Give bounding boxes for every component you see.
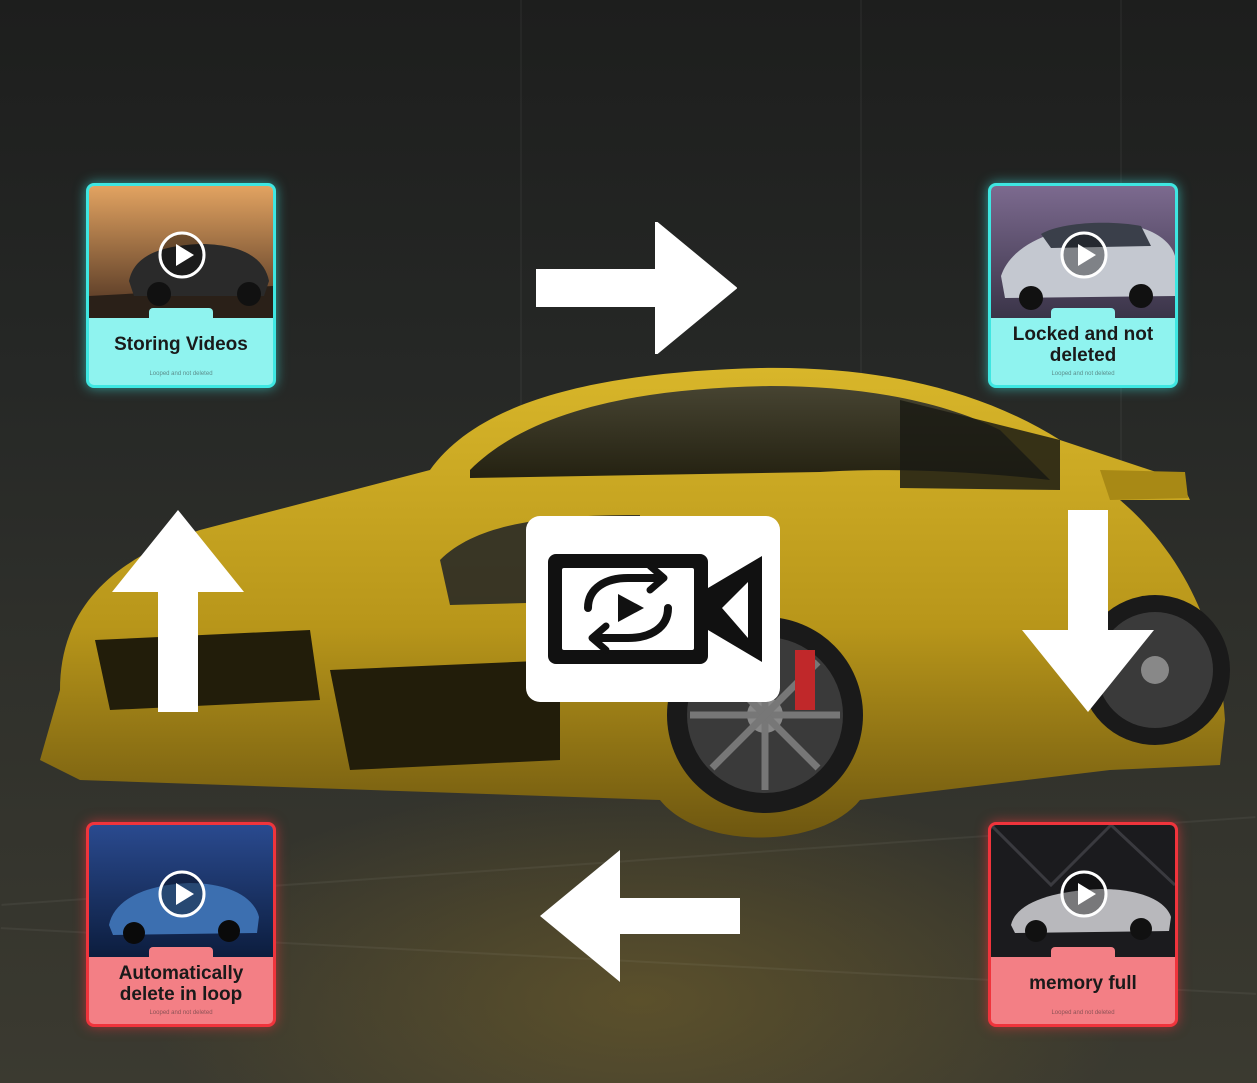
loop-recording-camera-icon [548, 554, 762, 664]
arrow-down-icon [1022, 510, 1154, 712]
locked-not-deleted-card[interactable]: Locked and not deleted Looped and not de… [988, 183, 1178, 388]
card-tab [149, 947, 213, 961]
loop-recording-badge [526, 516, 780, 702]
storing-videos-title: Storing Videos [114, 334, 248, 355]
auto-delete-loop-title: Automatically delete in loop [118, 963, 244, 1005]
locked-not-deleted-caption: Looped and not deleted [1051, 371, 1115, 377]
loop-recording-diagram: Storing Videos Looped and not deleted Lo… [0, 0, 1257, 1083]
card-tab [1051, 947, 1115, 961]
locked-not-deleted-title: Locked and not deleted [1012, 324, 1154, 366]
memory-full-caption: Looped and not deleted [1051, 1010, 1115, 1016]
card-tab [1051, 308, 1115, 322]
arrow-right-icon [536, 222, 737, 354]
play-icon[interactable] [1059, 230, 1109, 280]
arrow-up-icon [112, 510, 244, 712]
memory-full-card[interactable]: memory full Looped and not deleted [988, 822, 1178, 1027]
play-icon[interactable] [157, 230, 207, 280]
auto-delete-loop-card[interactable]: Automatically delete in loop Looped and … [86, 822, 276, 1027]
storing-videos-card[interactable]: Storing Videos Looped and not deleted [86, 183, 276, 388]
storing-videos-caption: Looped and not deleted [149, 371, 213, 377]
arrow-left-icon [540, 850, 740, 982]
play-icon[interactable] [1059, 869, 1109, 919]
card-tab [149, 308, 213, 322]
play-icon[interactable] [157, 869, 207, 919]
memory-full-title: memory full [1029, 973, 1137, 994]
auto-delete-loop-caption: Looped and not deleted [149, 1010, 213, 1016]
